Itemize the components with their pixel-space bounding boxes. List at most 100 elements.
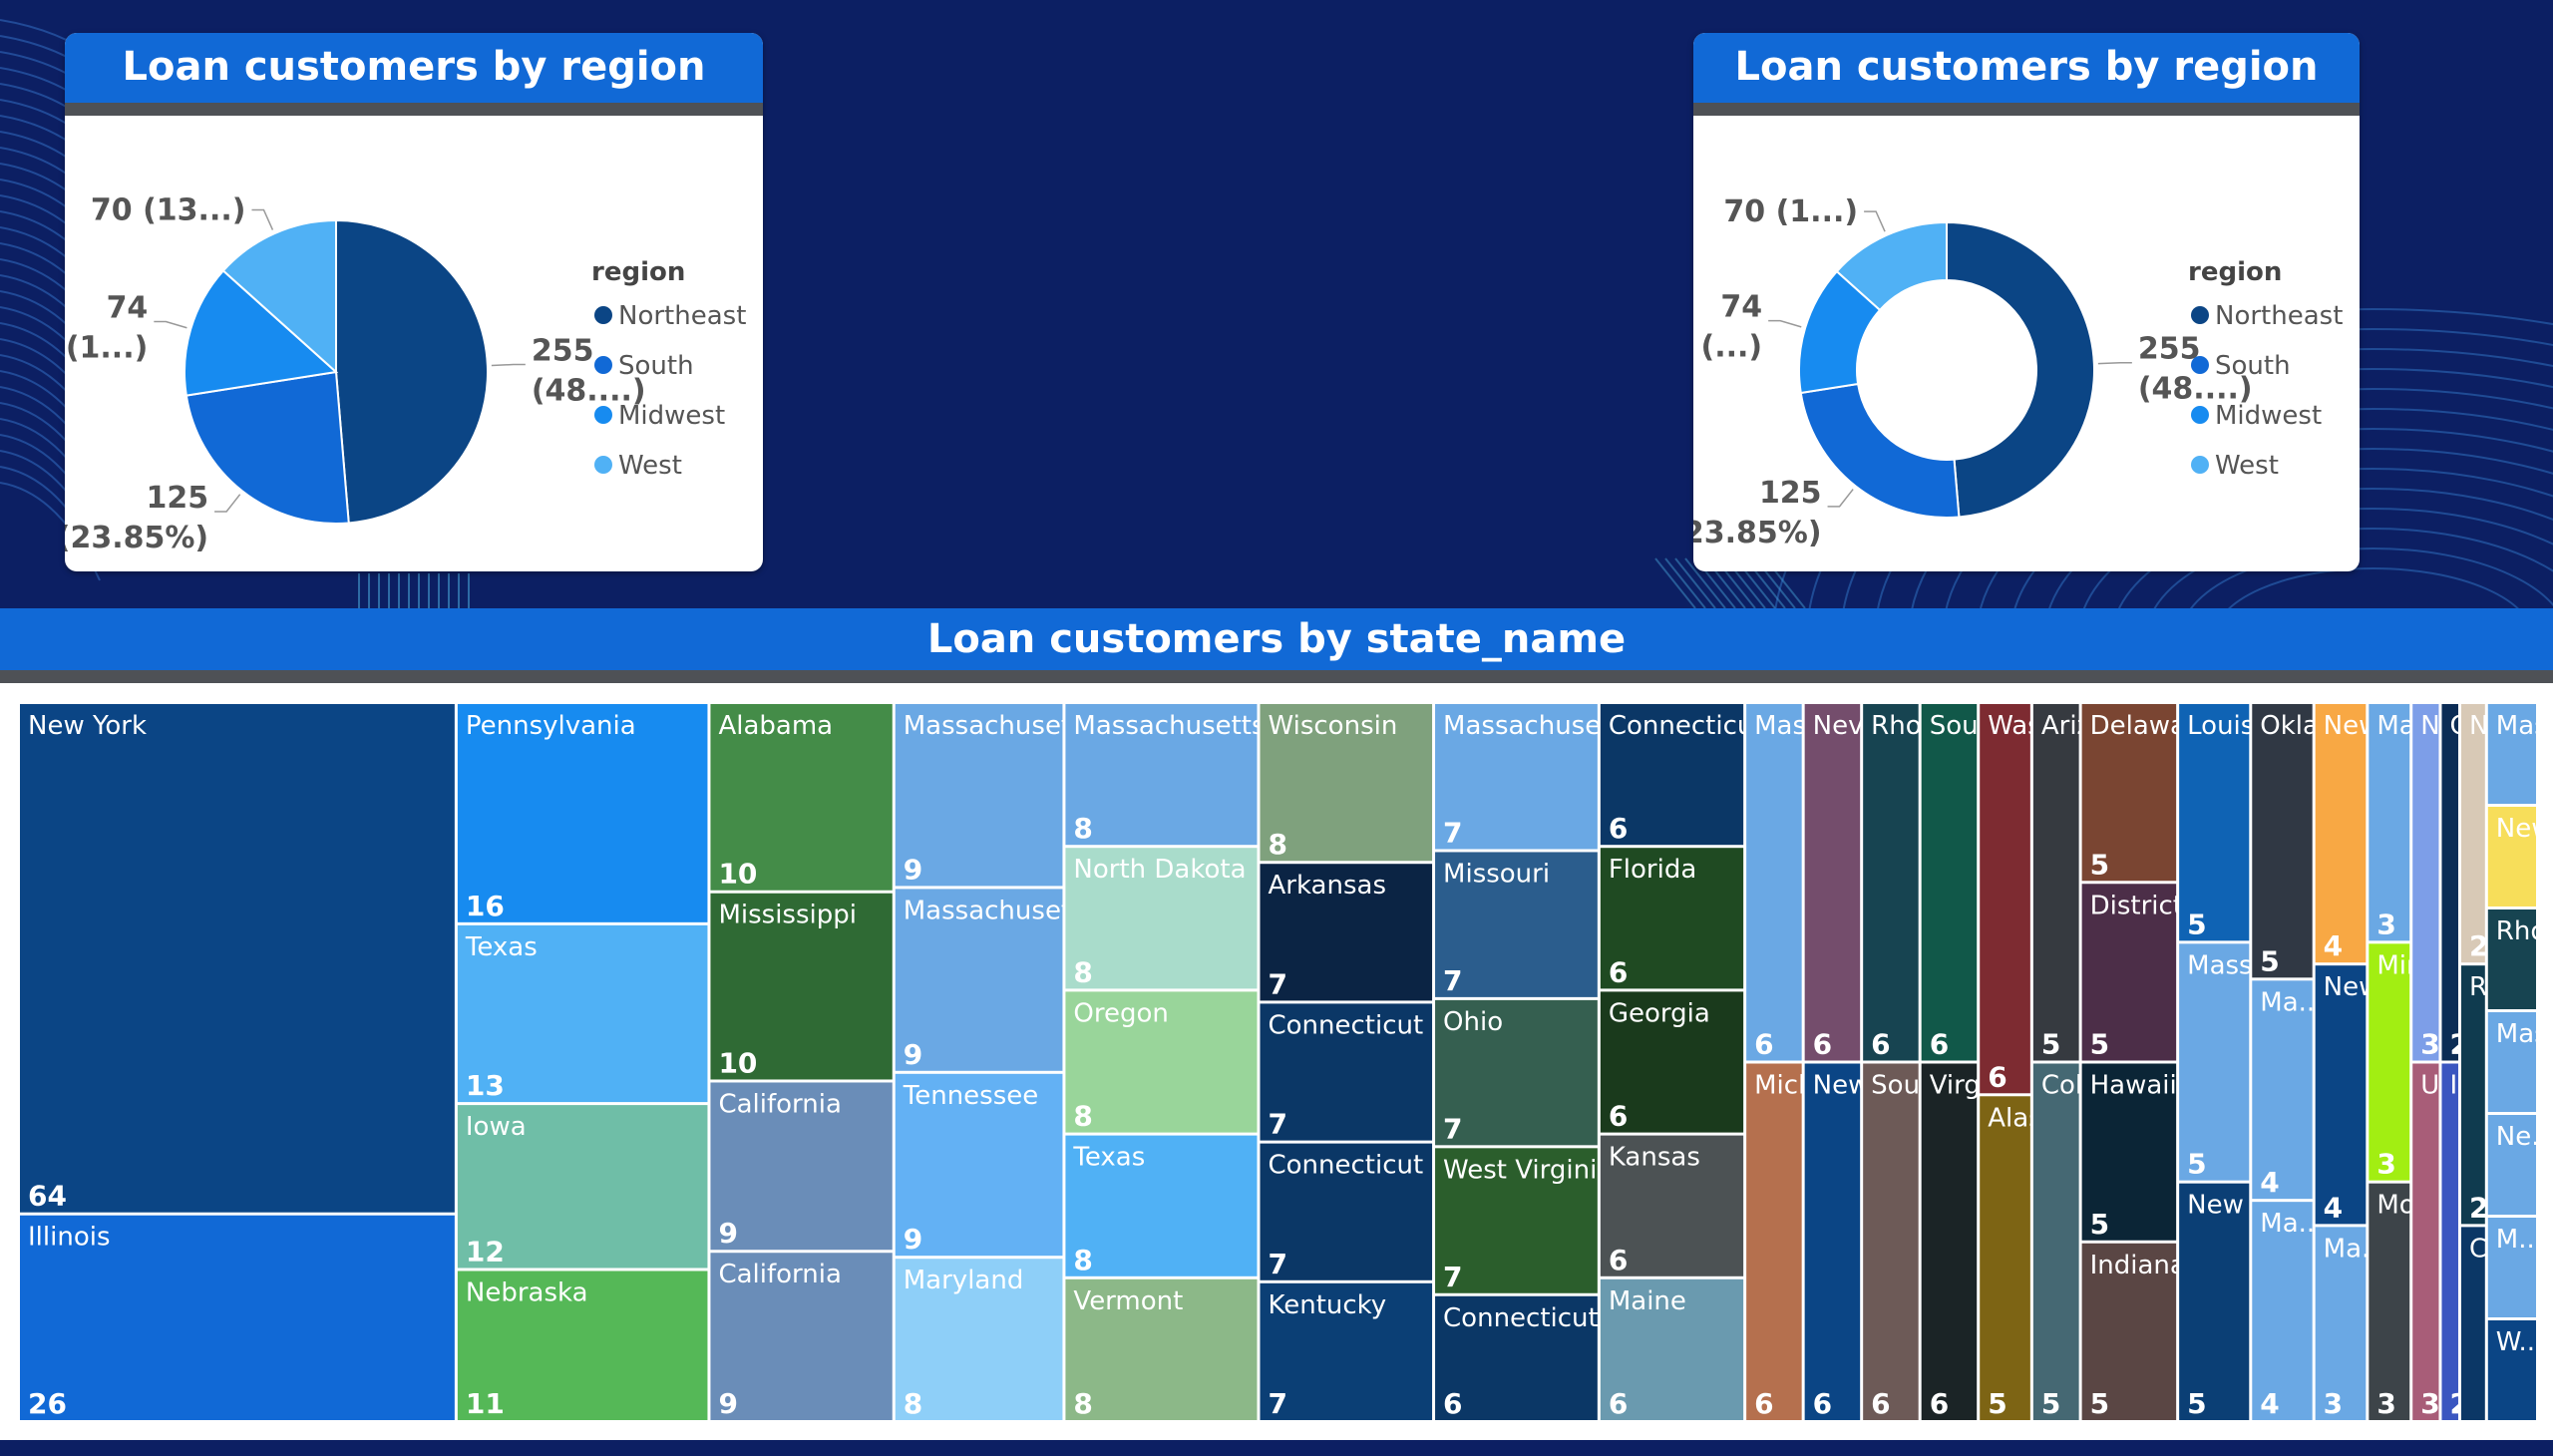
treemap-cell-label: Mas... [2496,1019,2553,1049]
treemap-chart[interactable]: New York64Illinois26 Pennsylvania16Texas1… [0,683,2553,1440]
treemap-cell-rect[interactable] [2315,965,2367,1225]
treemap-cell-rect[interactable] [1921,1063,1978,1421]
treemap-cell[interactable]: Massac... [2487,704,2553,804]
treemap-cell-rect[interactable] [2412,704,2439,1061]
legend-marker-midwest[interactable] [2191,406,2209,424]
treemap-cell[interactable]: Indiana 5 [2081,1243,2186,1420]
treemap-cell[interactable]: New ... [2487,807,2553,907]
treemap-cell[interactable]: Hawaii 5 [2081,1063,2177,1241]
treemap-cell[interactable]: Maine 6 [1600,1278,1744,1420]
treemap-cell[interactable]: Oregon 8 [1065,991,1258,1133]
legend-item-midwest[interactable]: Midwest [618,401,725,431]
treemap-cell-rect[interactable] [1746,1063,1802,1421]
legend-marker-northeast[interactable] [594,306,612,324]
legend-item-midwest[interactable]: Midwest [2215,401,2322,431]
treemap-cell[interactable]: Rhode... [2487,910,2553,1009]
treemap-cell[interactable]: Maryland 8 [895,1259,1063,1420]
treemap-cell[interactable]: Florida 6 [1600,848,1744,989]
donut-chart[interactable]: 255(48....)125(23.85%)74(...)70 (1...)re… [1693,116,2360,571]
treemap-cell[interactable]: Connecticut 7 [1260,1143,1433,1280]
treemap-cell[interactable]: Kentucky 7 [1260,1282,1433,1420]
legend-item-northeast[interactable]: Northeast [2215,301,2343,331]
treemap-cell-rect[interactable] [1980,1096,2030,1420]
treemap-cell[interactable]: Arkansas 7 [1260,864,1433,1001]
treemap-cell-label: Tennessee [903,1081,1039,1111]
treemap-cell-rect[interactable] [2441,704,2458,1061]
treemap-cell-rect[interactable] [20,704,455,1213]
treemap-cell-rect[interactable] [1804,704,1861,1061]
treemap-cell[interactable]: Connecticut 6 [1600,704,1764,846]
treemap-cell[interactable]: Mas... [2487,1012,2553,1112]
treemap-cell-value: 8 [1073,1244,1092,1276]
treemap-cell[interactable]: Missouri 7 [1435,852,1598,997]
legend-item-south[interactable]: South [2215,351,2291,381]
treemap-cell[interactable]: California 9 [710,1082,893,1251]
treemap-cell[interactable]: North Dakota 8 [1065,848,1258,989]
legend-item-west[interactable]: West [618,451,682,481]
treemap-cell-rect[interactable] [1863,704,1919,1061]
treemap-cell-rect[interactable] [1921,704,1978,1061]
legend-marker-south[interactable] [2191,356,2209,374]
treemap-cell-label: Connecticut [1268,1151,1423,1181]
treemap-cell-rect[interactable] [2315,704,2367,963]
treemap-cell[interactable]: Connecticut 6 [1435,1295,1599,1420]
treemap-cell-value: 7 [1268,1108,1286,1141]
treemap-cell[interactable]: Massachusetts 8 [1065,704,1266,846]
legend-marker-south[interactable] [594,356,612,374]
treemap-cell-rect[interactable] [2460,704,2485,963]
treemap-cell[interactable]: Wisconsin 8 [1260,704,1433,862]
treemap-cell[interactable]: Texas 13 [457,924,708,1103]
treemap-cell[interactable]: Ma... 4 [2252,980,2323,1200]
leader-line [214,494,241,513]
treemap-cell[interactable]: West Virginia 7 [1435,1148,1613,1293]
data-label: 70 (1...) [1723,194,1858,229]
legend-item-south[interactable]: South [618,351,694,381]
treemap-cell[interactable]: Ohio 7 [1435,999,1598,1146]
slice-south[interactable] [184,370,350,525]
treemap-cell[interactable]: Pennsylvania 16 [457,704,708,922]
treemap-cell[interactable]: Ma... 4 [2252,1202,2323,1420]
treemap-cell-value: 3 [2376,1148,2395,1181]
slice-northeast[interactable] [1946,220,2095,519]
data-label: 74 [107,290,149,325]
slice-northeast[interactable] [335,218,489,525]
treemap-cell[interactable]: Connecticut 7 [1260,1003,1433,1141]
legend-item-west[interactable]: West [2215,451,2279,481]
treemap-cell[interactable]: Massachusetts9 [895,889,1095,1071]
treemap-cell[interactable]: Ne... [2487,1115,2553,1215]
treemap-cell[interactable]: Georgia 6 [1600,991,1744,1133]
treemap-cell-rect[interactable] [2032,1063,2079,1421]
treemap-cell[interactable]: Mississippi 10 [710,893,893,1080]
treemap-cell[interactable]: Iowa 12 [457,1105,708,1269]
treemap-cell[interactable]: Kansas 6 [1600,1135,1744,1276]
treemap-cell-rect[interactable] [2460,965,2485,1225]
treemap-cell[interactable]: Alabama 10 [710,704,893,891]
treemap-cell[interactable]: Tennessee 9 [895,1073,1063,1257]
slice-south[interactable] [1799,382,1961,519]
treemap-cell[interactable]: Illinois 26 [20,1215,455,1420]
treemap-cell-rect[interactable] [2412,1063,2439,1421]
legend-marker-west[interactable] [2191,456,2209,474]
treemap-cell-value: 4 [2260,1166,2279,1199]
treemap-cell-rect[interactable] [1804,1063,1861,1421]
treemap-cell-rect[interactable] [2032,704,2079,1061]
treemap-cell[interactable]: California 9 [710,1253,893,1420]
treemap-cell-rect[interactable] [1746,704,1802,1061]
treemap-cell-rect[interactable] [1980,704,2030,1094]
treemap-cell[interactable]: M... [2487,1218,2543,1317]
legend-marker-midwest[interactable] [594,406,612,424]
treemap-cell[interactable]: New York 64 [20,704,455,1213]
pie-chart[interactable]: 255(48....)125(23.85%)74(1...)70 (13...)… [65,116,763,571]
treemap-cell-value: 8 [1073,955,1092,988]
treemap-cell[interactable]: Massachusetts9 [895,704,1095,887]
treemap-cell[interactable]: W... [2487,1320,2544,1420]
treemap-cell-rect[interactable] [2441,1063,2458,1421]
legend-marker-northeast[interactable] [2191,306,2209,324]
legend-marker-west[interactable] [594,456,612,474]
treemap-cell-rect[interactable] [1863,1063,1919,1421]
legend-item-northeast[interactable]: Northeast [618,301,746,331]
treemap-cell-rect[interactable] [2252,704,2313,978]
treemap-cell[interactable]: Texas 8 [1065,1135,1258,1276]
treemap-cell[interactable]: Vermont 8 [1065,1278,1258,1420]
treemap-cell[interactable]: Nebraska 11 [457,1271,708,1420]
